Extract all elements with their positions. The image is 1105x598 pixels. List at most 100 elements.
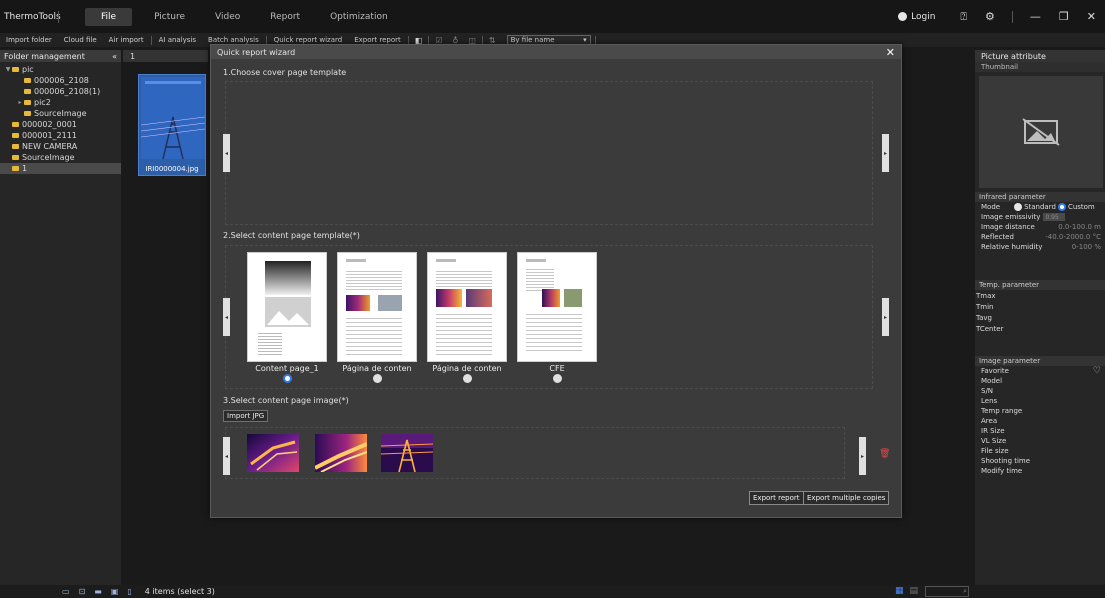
help-icon[interactable]: ⍰ bbox=[960, 10, 967, 24]
mode-custom-radio[interactable] bbox=[1057, 203, 1066, 211]
export-report-button[interactable]: Export report bbox=[348, 36, 407, 44]
emissivity-input[interactable]: 0.95 bbox=[1043, 213, 1066, 221]
mode-label: Mode bbox=[981, 203, 1001, 211]
delete-image-icon[interactable]: 🗑 bbox=[879, 449, 890, 459]
import-folder-button[interactable]: Import folder bbox=[0, 36, 58, 44]
cover-next-arrow[interactable]: ▸ bbox=[882, 134, 889, 172]
template-radio[interactable] bbox=[282, 374, 292, 383]
close-window-icon[interactable]: ✕ bbox=[1087, 10, 1096, 23]
lens-row: Lens bbox=[981, 397, 998, 405]
export-report-button[interactable]: Export report bbox=[749, 491, 804, 505]
tree-item-folder-selected[interactable]: 1 bbox=[0, 163, 121, 174]
template-cfe[interactable]: CFE bbox=[517, 252, 597, 383]
template-label: Página de conten bbox=[432, 364, 502, 373]
template-preview bbox=[247, 252, 327, 362]
restore-icon[interactable]: ❐ bbox=[1059, 10, 1069, 23]
import-jpg-button[interactable]: Import JPG bbox=[223, 410, 269, 422]
humidity-row: Relative humidity 0-100 % bbox=[975, 242, 1105, 252]
mode-standard-radio[interactable] bbox=[1014, 203, 1023, 211]
folder-icon bbox=[12, 122, 19, 127]
save-icon[interactable]: ▣ bbox=[111, 587, 119, 596]
tree-item-label: pic2 bbox=[34, 98, 51, 107]
template-pagina-de-conten-1[interactable]: Página de conten bbox=[337, 252, 417, 383]
collapse-panel-icon[interactable]: « bbox=[112, 52, 117, 61]
cloud-file-button[interactable]: Cloud file bbox=[58, 36, 103, 44]
folder-icon bbox=[12, 67, 19, 72]
folder-path-tab[interactable]: 1 bbox=[123, 50, 208, 62]
emissivity-label: Image emissivity bbox=[981, 213, 1041, 221]
image-prev-arrow[interactable]: ◂ bbox=[223, 437, 230, 475]
divider bbox=[58, 10, 59, 23]
attribute-panel: Picture attribute Thumbnail Infrared par… bbox=[975, 50, 1105, 585]
cover-template-area bbox=[225, 81, 873, 225]
tree-item-folder[interactable]: 000006_2108(1) bbox=[0, 86, 121, 97]
image-thumbnail-card[interactable]: IRI0000004.jpg bbox=[138, 74, 206, 176]
template-pagina-de-conten-2[interactable]: Página de conten bbox=[427, 252, 507, 383]
folder-icon bbox=[24, 100, 31, 105]
grid-view-icon[interactable]: ▦ bbox=[895, 586, 904, 596]
template-radio[interactable] bbox=[462, 374, 472, 383]
divider bbox=[1011, 10, 1013, 23]
menu-video[interactable]: Video bbox=[207, 8, 248, 26]
minimize-icon[interactable]: — bbox=[1030, 10, 1041, 23]
tree-item-folder[interactable]: 000006_2108 bbox=[0, 75, 121, 86]
chevron-right-icon[interactable]: ▸ bbox=[16, 99, 24, 106]
menu-picture[interactable]: Picture bbox=[146, 8, 193, 26]
template-radio[interactable] bbox=[552, 374, 562, 383]
tree-item-folder[interactable]: NEW CAMERA bbox=[0, 141, 121, 152]
menu-report[interactable]: Report bbox=[262, 8, 308, 26]
thumbnail-graphic bbox=[141, 77, 205, 159]
template-preview bbox=[427, 252, 507, 362]
image-next-arrow[interactable]: ▸ bbox=[859, 437, 866, 475]
content-prev-arrow[interactable]: ◂ bbox=[223, 298, 230, 336]
monitor-icon[interactable]: ▭ bbox=[62, 587, 70, 596]
menu-optimization[interactable]: Optimization bbox=[322, 8, 396, 26]
status-search-input[interactable]: ⌕ bbox=[925, 586, 969, 597]
tree-item-label: 1 bbox=[22, 164, 28, 173]
import-icon[interactable]: ⊡ bbox=[79, 587, 86, 596]
tree-item-folder[interactable]: SourceImage bbox=[0, 108, 121, 119]
template-radio[interactable] bbox=[372, 374, 382, 383]
thermal-image bbox=[247, 434, 299, 472]
view-toggle: ▦ ▤ bbox=[895, 586, 924, 596]
delete-icon[interactable]: ▯ bbox=[127, 587, 131, 596]
window-controls: Login ⍰ ⚙ — ❐ ✕ bbox=[898, 0, 1105, 33]
tree-item-folder[interactable]: 000002_0001 bbox=[0, 119, 121, 130]
login-label: Login bbox=[911, 11, 936, 22]
tree-item-pic[interactable]: ▼ pic bbox=[0, 64, 121, 75]
content-image-2[interactable] bbox=[315, 434, 367, 472]
folder-icon bbox=[24, 111, 31, 116]
tmin-row: Tmin bbox=[976, 302, 994, 311]
settings-icon[interactable]: ⚙ bbox=[985, 10, 995, 23]
tree-item-folder[interactable]: SourceImage bbox=[0, 152, 121, 163]
folder-open-icon[interactable]: ▬ bbox=[94, 587, 102, 596]
login-button[interactable]: Login bbox=[898, 12, 935, 22]
batch-analysis-button[interactable]: Batch analysis bbox=[202, 36, 265, 44]
template-preview bbox=[337, 252, 417, 362]
content-image-1[interactable] bbox=[247, 434, 299, 472]
tree-item-label: pic bbox=[22, 65, 34, 74]
ai-analysis-button[interactable]: AI analysis bbox=[153, 36, 202, 44]
chevron-down-icon[interactable]: ▼ bbox=[4, 66, 12, 73]
heart-icon[interactable]: ♡ bbox=[1093, 366, 1101, 376]
air-import-button[interactable]: Air import bbox=[103, 36, 150, 44]
tree-item-folder[interactable]: 000001_2111 bbox=[0, 130, 121, 141]
content-next-arrow[interactable]: ▸ bbox=[882, 298, 889, 336]
template-content-page-1[interactable]: Content page_1 bbox=[247, 252, 327, 383]
status-bar: ▭ ⊡ ▬ ▣ ▯ 4 items (select 3) ▦ ▤ ⌕ bbox=[0, 585, 1105, 598]
content-image-3[interactable] bbox=[381, 434, 433, 472]
list-view-icon[interactable]: ▤ bbox=[910, 586, 919, 596]
cover-prev-arrow[interactable]: ◂ bbox=[223, 134, 230, 172]
quick-report-wizard-button[interactable]: Quick report wizard bbox=[268, 36, 348, 44]
tree-item-label: SourceImage bbox=[34, 109, 87, 118]
placeholder-image-icon bbox=[267, 311, 309, 325]
close-icon[interactable]: ✕ bbox=[886, 46, 895, 59]
export-multiple-copies-button[interactable]: Export multiple copies bbox=[803, 491, 890, 505]
tree-item-pic2[interactable]: ▸ pic2 bbox=[0, 97, 121, 108]
menu-file[interactable]: File bbox=[85, 7, 133, 26]
tree-item-label: 000001_2111 bbox=[22, 131, 77, 140]
thumbnail-section-label: Thumbnail bbox=[975, 62, 1105, 72]
divider bbox=[150, 35, 152, 45]
mode-custom-label: Custom bbox=[1067, 203, 1095, 211]
folder-icon bbox=[12, 144, 19, 149]
